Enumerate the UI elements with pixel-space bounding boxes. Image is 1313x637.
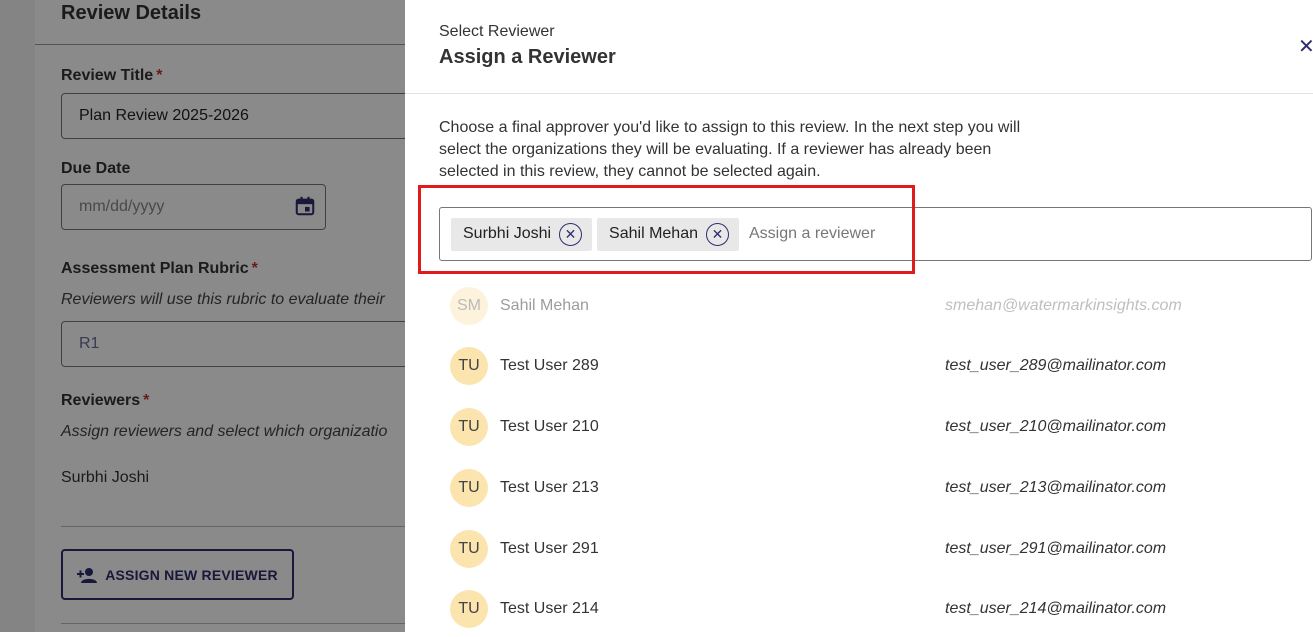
drawer-subtitle: Select Reviewer: [439, 23, 555, 40]
option-name: Test User 213: [500, 479, 599, 496]
option-email: test_user_210@mailinator.com: [945, 418, 1167, 435]
option-name: Test User 214: [500, 600, 599, 617]
avatar: SM: [450, 287, 488, 325]
reviewer-option[interactable]: TU Test User 214 test_user_214@mailinato…: [439, 581, 1299, 637]
close-icon[interactable]: ✕: [1298, 34, 1313, 58]
option-email: test_user_291@mailinator.com: [945, 540, 1167, 557]
avatar: TU: [450, 590, 488, 628]
option-name: Test User 210: [500, 418, 599, 435]
option-email: smehan@watermarkinsights.com: [945, 297, 1182, 314]
reviewer-option[interactable]: TU Test User 289 test_user_289@mailinato…: [439, 338, 1299, 394]
option-email: test_user_213@mailinator.com: [945, 479, 1167, 496]
reviewer-option[interactable]: TU Test User 210 test_user_210@mailinato…: [439, 399, 1299, 455]
highlight-annotation: [418, 185, 915, 274]
reviewer-option[interactable]: TU Test User 213 test_user_213@mailinato…: [439, 460, 1299, 516]
avatar: TU: [450, 530, 488, 568]
reviewer-option[interactable]: TU Test User 291 test_user_291@mailinato…: [439, 521, 1299, 577]
option-name: Test User 289: [500, 357, 599, 374]
drawer-divider: [405, 93, 1313, 94]
option-email: test_user_289@mailinator.com: [945, 357, 1167, 374]
assign-reviewer-drawer: Select Reviewer Assign a Reviewer ✕ Choo…: [405, 0, 1313, 632]
reviewer-option: SM Sahil Mehan smehan@watermarkinsights.…: [439, 278, 1299, 334]
drawer-title: Assign a Reviewer: [439, 46, 616, 68]
option-email: test_user_214@mailinator.com: [945, 600, 1167, 617]
option-name: Test User 291: [500, 540, 599, 557]
avatar: TU: [450, 408, 488, 446]
avatar: TU: [450, 347, 488, 385]
drawer-description: Choose a final approver you'd like to as…: [439, 119, 1021, 180]
option-name: Sahil Mehan: [500, 297, 589, 314]
avatar: TU: [450, 469, 488, 507]
